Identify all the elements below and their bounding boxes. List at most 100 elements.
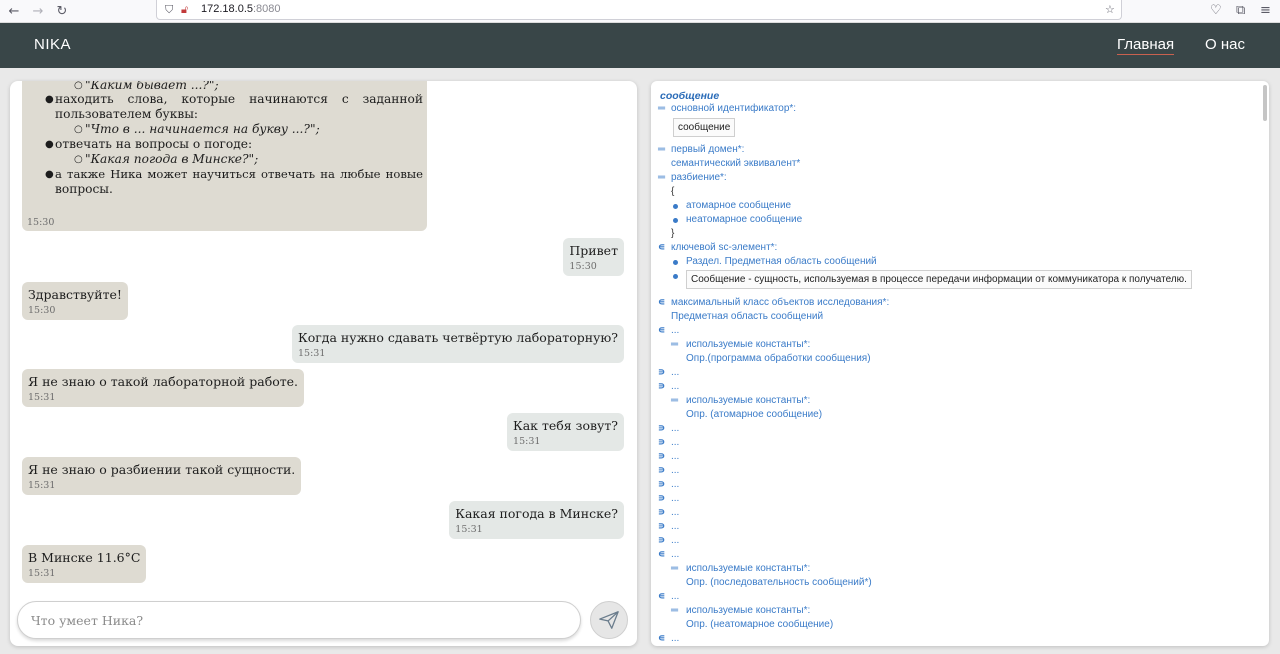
message-text: Я не знаю о такой лабораторной работе. [28,374,299,389]
sc-ellipsis[interactable]: ... [671,549,679,560]
sc-ellipsis[interactable]: ... [671,423,679,434]
pocket-icon[interactable]: ♡ [1210,3,1222,18]
extensions-icon[interactable]: ⧉ [1236,3,1245,18]
sc-identifier-value[interactable]: сообщение [673,118,736,137]
nav-link-about[interactable]: О нас [1205,36,1245,53]
url-bar[interactable]: ⛉ 🔓︎ 172.18.0.5:8080 ☆ [156,0,1122,20]
sc-relation-used-constants[interactable]: используемые константы*: [686,563,810,574]
menu-icon[interactable]: ≡ [1260,3,1271,18]
set-close-brace: } [671,228,675,239]
sc-relation-used-constants[interactable]: используемые константы*: [686,339,810,350]
sc-concept-title[interactable]: сообщение [660,90,719,102]
sc-domain-link[interactable]: Предметная область сообщений [671,311,823,322]
bullet-icon: ● [45,139,54,150]
capability-line: а также Ника может научиться отвечать на… [55,167,423,181]
sc-relation-main-identifier[interactable]: основной идентификатор*: [671,103,796,114]
sc-ellipsis[interactable]: ... [671,381,679,392]
back-icon[interactable]: ← [4,2,24,20]
contains-icon: ∍ [658,437,666,448]
insecure-lock-icon: 🔓︎ [181,3,189,16]
message-time: 15:31 [298,348,326,359]
sc-definition-link[interactable]: Опр.(программа обработки сообщения) [686,353,871,364]
relation-arrow-icon: ═ [671,605,679,616]
sc-section-link[interactable]: Раздел. Предметная область сообщений [686,256,877,267]
contains-icon: ∍ [658,507,666,518]
relation-arrow-icon: ═ [671,339,679,350]
message-time: 15:31 [513,436,541,447]
brand-logo[interactable]: NIKA [34,36,71,53]
user-message: Привет 15:30 [563,238,624,276]
send-button[interactable] [590,601,628,639]
url-host: 172.18.0.5 [201,3,253,15]
sc-definition-link[interactable]: Опр. (атомарное сообщение) [686,409,822,420]
browser-toolbar: ← → ↻ ⛉ 🔓︎ 172.18.0.5:8080 ☆ ♡ ⧉ ≡ [0,0,1280,23]
bullet-icon: ● [45,169,54,180]
url-text: 172.18.0.5:8080 [201,3,281,15]
message-time: 15:31 [455,524,483,535]
sc-relation-used-constants[interactable]: используемые константы*: [686,395,810,406]
bot-message-capabilities: ○ "Каким бывает ...?"; ● находить слова,… [22,81,427,231]
forward-icon[interactable]: → [28,2,48,20]
sc-structure[interactable]: сообщение ═ основной идентификатор*: соо… [651,81,1261,646]
bookmark-star-icon[interactable]: ☆ [1105,3,1115,16]
sc-ellipsis[interactable]: ... [671,521,679,532]
message-time: 15:30 [27,217,55,228]
sc-definition-text[interactable]: Сообщение - сущность, используемая в про… [686,270,1192,289]
chat-input[interactable] [17,601,581,639]
message-text: Когда нужно сдавать четвёртую лабораторн… [298,330,618,345]
capability-line: "Что в ... начинается на букву ...?"; [85,122,320,136]
chat-history[interactable]: ○ "Каким бывает ...?"; ● находить слова,… [10,81,637,591]
contains-icon: ∍ [658,451,666,462]
sc-ellipsis[interactable]: ... [671,591,679,602]
sc-ellipsis[interactable]: ... [671,479,679,490]
bullet-icon: ● [45,94,54,105]
capability-line: вопросы. [55,182,113,196]
user-message: Как тебя зовут? 15:31 [507,413,624,451]
message-time: 15:31 [28,392,56,403]
sc-ellipsis[interactable]: ... [671,465,679,476]
sc-definition-link[interactable]: Опр. (последовательность сообщений*) [686,577,872,588]
message-text: В Минске 11.6°С [28,550,141,565]
sub-bullet-icon: ○ [74,124,83,135]
set-bullet-icon [673,260,678,265]
membership-icon: ∊ [658,325,666,336]
contains-icon: ∍ [658,521,666,532]
sc-ellipsis[interactable]: ... [671,633,679,644]
sc-relation-first-domain[interactable]: первый домен*: [671,144,744,155]
sc-ellipsis[interactable]: ... [671,535,679,546]
sc-non-atomic-message[interactable]: неатомарное сообщение [686,214,802,225]
sc-ellipsis[interactable]: ... [671,493,679,504]
reload-icon[interactable]: ↻ [52,2,72,20]
sub-bullet-icon: ○ [74,154,83,165]
sc-definition-link[interactable]: Опр. (неатомарное сообщение) [686,619,833,630]
message-time: 15:30 [28,305,56,316]
sc-ellipsis[interactable]: ... [671,367,679,378]
message-text: Как тебя зовут? [513,418,618,433]
set-bullet-icon [673,218,678,223]
contains-icon: ∍ [658,381,666,392]
message-text: Я не знаю о разбиении такой сущности. [28,462,296,477]
membership-icon: ∊ [658,242,666,253]
sc-relation-partition[interactable]: разбиение*: [671,172,727,183]
app-navbar: NIKA Главная О нас [0,23,1280,68]
url-port: :8080 [253,3,281,15]
set-bullet-icon [673,274,678,279]
sc-ellipsis[interactable]: ... [671,507,679,518]
sc-relation-max-class[interactable]: максимальный класс объектов исследования… [671,297,889,308]
sc-scrollbar[interactable] [1263,85,1267,121]
capability-line: "Какая погода в Минске?"; [85,152,259,166]
sc-ellipsis[interactable]: ... [671,325,679,336]
sc-ellipsis[interactable]: ... [671,451,679,462]
nav-link-home[interactable]: Главная [1117,36,1175,55]
sc-semantic-equivalent[interactable]: семантический эквивалент* [671,158,800,169]
capability-line: "Каким бывает ...?"; [85,81,219,92]
sc-relation-used-constants[interactable]: используемые константы*: [686,605,810,616]
contains-icon: ∍ [658,479,666,490]
bot-message: Я не знаю о разбиении такой сущности. 15… [22,457,302,495]
sc-ellipsis[interactable]: ... [671,437,679,448]
sc-relation-key-element[interactable]: ключевой sc-элемент*: [671,242,777,253]
bot-message: В Минске 11.6°С 15:31 [22,545,147,583]
chat-input-row [10,591,637,646]
sc-atomic-message[interactable]: атомарное сообщение [686,200,791,211]
message-text: Какая погода в Минске? [455,506,618,521]
